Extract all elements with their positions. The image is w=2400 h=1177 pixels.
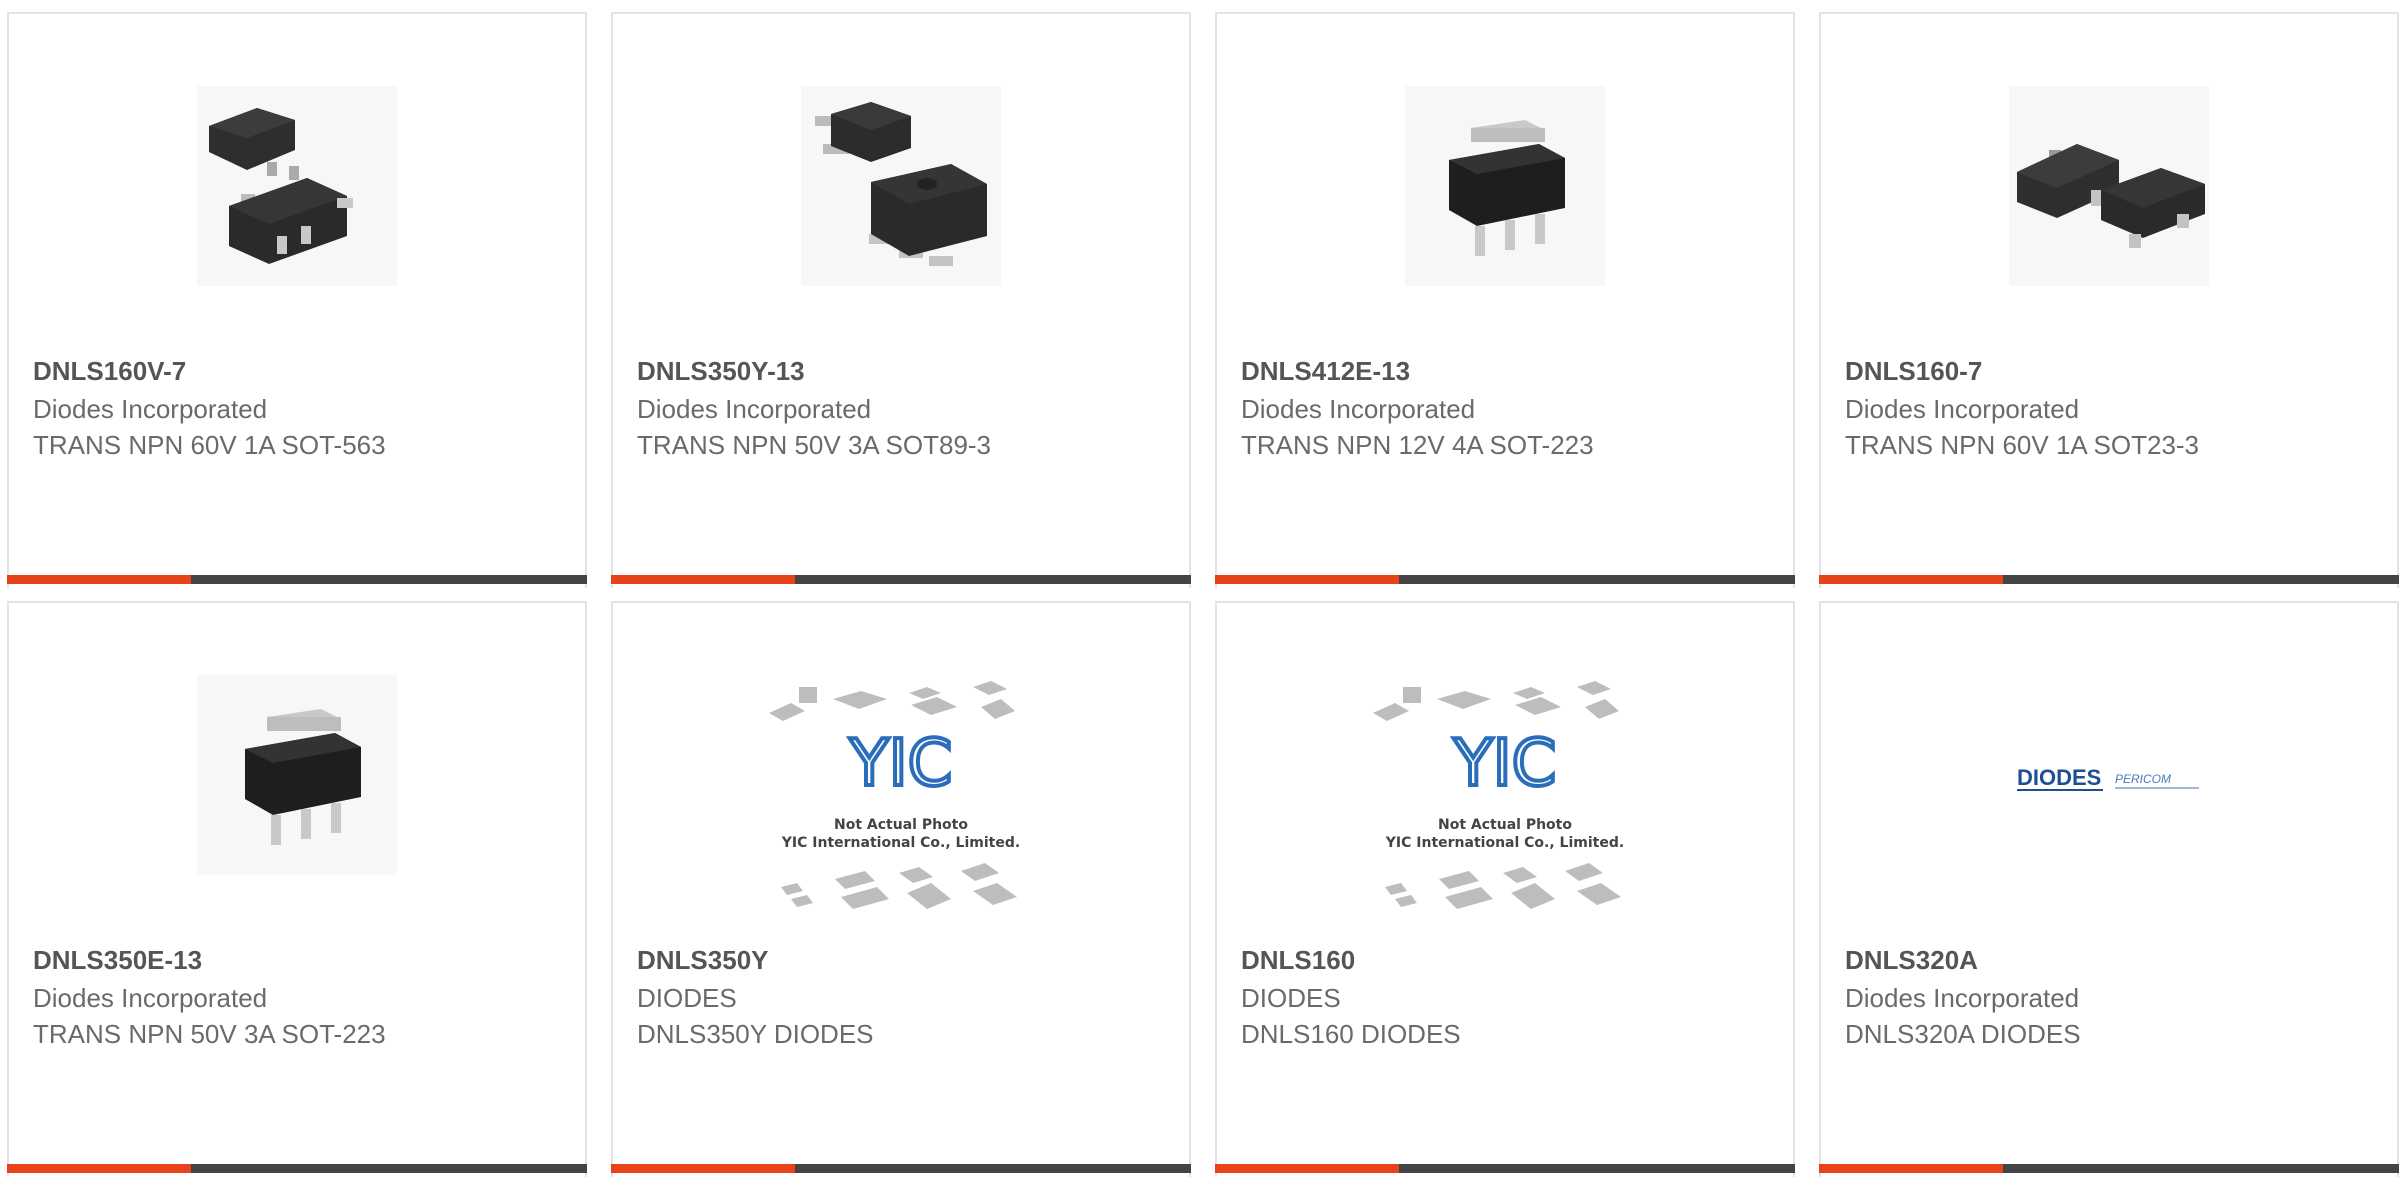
description: TRANS NPN 12V 4A SOT-223	[1241, 430, 1594, 460]
description: DNLS350Y DIODES	[637, 1019, 874, 1049]
part-number[interactable]: DNLS350E-13	[33, 945, 202, 976]
part-number[interactable]: DNLS160	[1241, 945, 1355, 976]
card-footer-bar	[7, 1164, 587, 1173]
description: TRANS NPN 60V 1A SOT23-3	[1845, 430, 2200, 460]
description: DNLS320A DIODES	[1845, 1019, 2081, 1049]
accent-bar	[1215, 1164, 1399, 1173]
not-actual-photo-placeholder: YIC Not Actual Photo YIC International C…	[761, 677, 1041, 927]
card-footer-bar	[1215, 1164, 1795, 1173]
accent-bar	[611, 575, 795, 584]
part-number[interactable]: DNLS160-7	[1845, 356, 1982, 387]
manufacturer: Diodes Incorporated	[33, 983, 268, 1013]
accent-bar	[1819, 575, 2003, 584]
sot89-package-icon	[801, 86, 1001, 286]
diodes-logo-text: DIODES	[2017, 765, 2101, 790]
card-footer-bar	[1819, 575, 2399, 584]
product-card[interactable]: YIC Not Actual Photo YIC International C…	[1215, 601, 1795, 1177]
card-footer-bar	[1215, 575, 1795, 584]
card-footer-bar	[7, 575, 587, 584]
manufacturer: Diodes Incorporated	[1845, 394, 2080, 424]
accent-bar	[7, 1164, 191, 1173]
diodes-pericom-logo: DIODES PERICOM	[2009, 675, 2209, 875]
product-grid: DNLS160V-7 Diodes Incorporated TRANS NPN…	[0, 0, 2400, 1177]
card-footer-bar	[611, 1164, 1191, 1173]
accent-bar	[7, 575, 191, 584]
manufacturer: Diodes Incorporated	[1241, 394, 1476, 424]
yic-logo: YIC	[849, 727, 953, 801]
description: TRANS NPN 60V 1A SOT-563	[33, 430, 386, 460]
product-card[interactable]: DNLS350Y-13 Diodes Incorporated TRANS NP…	[611, 12, 1191, 588]
manufacturer: DIODES	[637, 983, 737, 1013]
accent-bar	[611, 1164, 795, 1173]
photo-note-line1: Not Actual Photo	[1438, 817, 1572, 833]
manufacturer: Diodes Incorporated	[33, 394, 268, 424]
part-number[interactable]: DNLS320A	[1845, 945, 1978, 976]
photo-note-line2: YIC International Co., Limited.	[781, 835, 1020, 851]
not-actual-photo-placeholder: YIC Not Actual Photo YIC International C…	[1365, 677, 1645, 927]
product-card[interactable]: DNLS160V-7 Diodes Incorporated TRANS NPN…	[7, 12, 587, 588]
part-number[interactable]: DNLS412E-13	[1241, 356, 1410, 387]
description: TRANS NPN 50V 3A SOT89-3	[637, 430, 992, 460]
card-footer-bar	[611, 575, 1191, 584]
part-number[interactable]: DNLS350Y-13	[637, 356, 805, 387]
description: TRANS NPN 50V 3A SOT-223	[33, 1019, 386, 1049]
manufacturer: Diodes Incorporated	[637, 394, 872, 424]
yic-logo: YIC	[1453, 727, 1557, 801]
photo-note-line2: YIC International Co., Limited.	[1385, 835, 1624, 851]
product-card[interactable]: DIODES PERICOM DNLS320A Diodes Incorpora…	[1819, 601, 2399, 1177]
photo-note-line1: Not Actual Photo	[834, 817, 968, 833]
sot-223-package-icon	[1405, 86, 1605, 286]
product-card[interactable]: DNLS412E-13 Diodes Incorporated TRANS NP…	[1215, 12, 1795, 588]
sot-563-package-icon	[197, 86, 397, 286]
manufacturer: Diodes Incorporated	[1845, 983, 2080, 1013]
manufacturer: DIODES	[1241, 983, 1341, 1013]
part-number[interactable]: DNLS350Y	[637, 945, 769, 976]
sot-223-package-icon	[197, 675, 397, 875]
pericom-logo-text: PERICOM	[2115, 772, 2171, 786]
product-card[interactable]: DNLS160-7 Diodes Incorporated TRANS NPN …	[1819, 12, 2399, 588]
description: DNLS160 DIODES	[1241, 1019, 1461, 1049]
product-card[interactable]: YIC Not Actual Photo YIC International C…	[611, 601, 1191, 1177]
sot23-package-icon	[2009, 86, 2209, 286]
product-card[interactable]: DNLS350E-13 Diodes Incorporated TRANS NP…	[7, 601, 587, 1177]
accent-bar	[1819, 1164, 2003, 1173]
card-footer-bar	[1819, 1164, 2399, 1173]
part-number[interactable]: DNLS160V-7	[33, 356, 186, 387]
accent-bar	[1215, 575, 1399, 584]
